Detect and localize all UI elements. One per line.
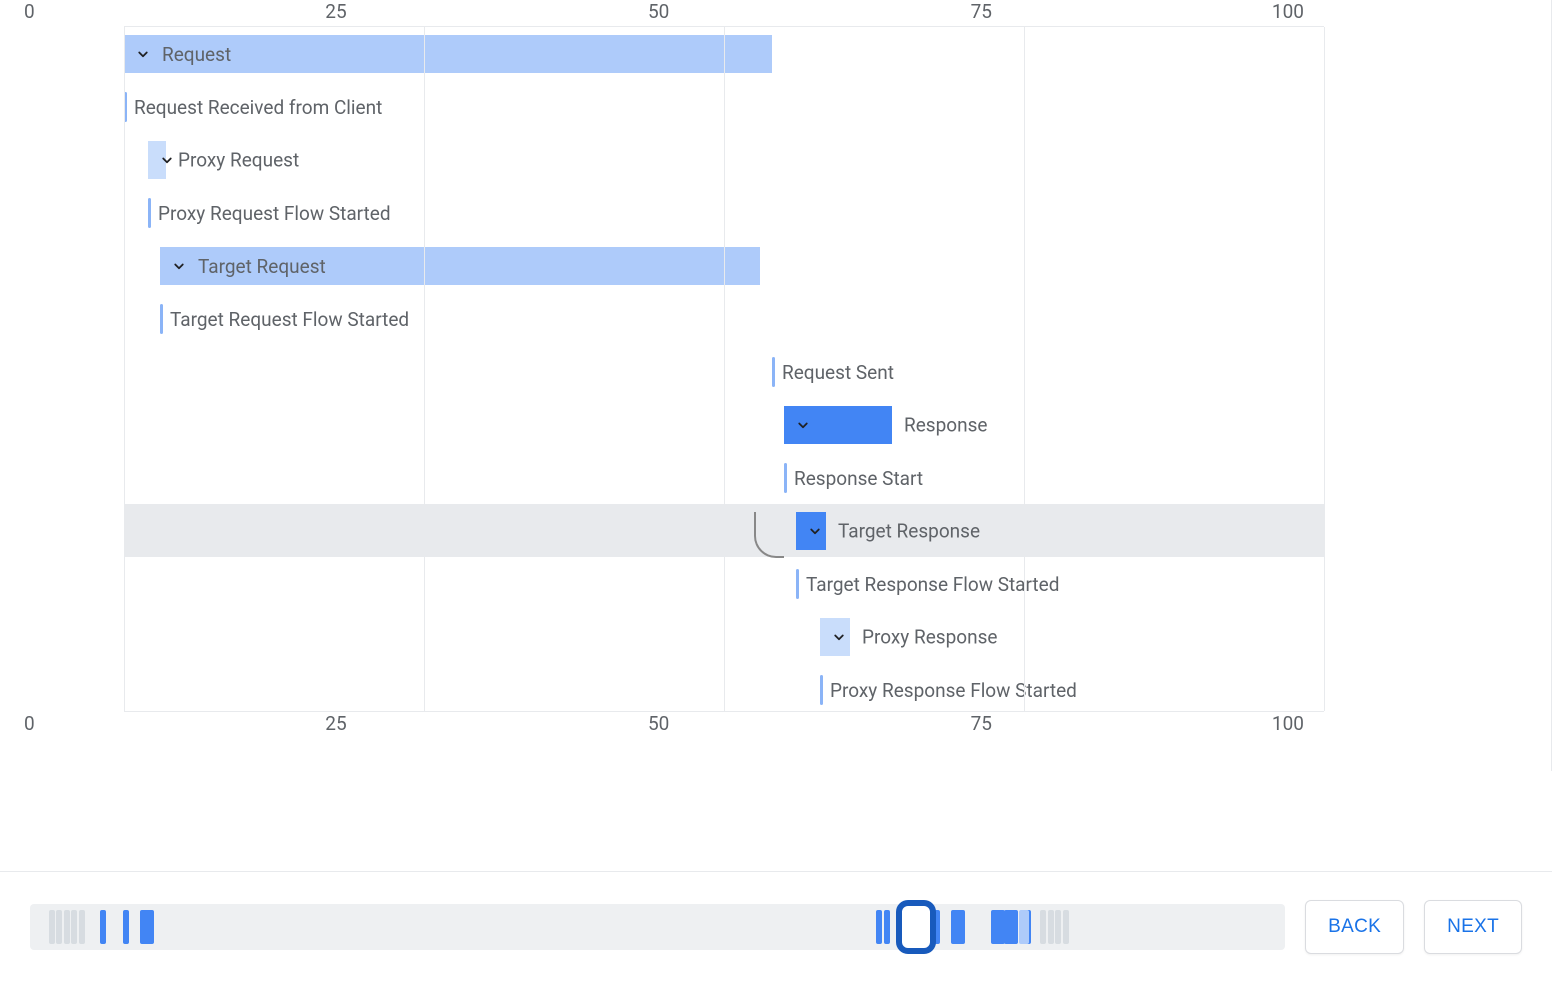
minimap-tick — [56, 910, 62, 944]
minimap-tick — [100, 910, 106, 944]
timeline-bar-label: Request — [162, 43, 231, 66]
minimap-tick — [951, 910, 965, 944]
timeline-bar-label: Proxy Request Flow Started — [158, 202, 391, 225]
timeline-bar-label: Request Sent — [782, 361, 894, 384]
chevron-down-icon[interactable] — [806, 522, 824, 540]
timeline-bar[interactable]: Target Response — [796, 512, 826, 550]
back-button[interactable]: BACK — [1305, 900, 1404, 954]
minimap-tick — [1048, 910, 1054, 944]
gridline — [424, 27, 425, 711]
minimap-tick — [1063, 910, 1069, 944]
timeline-bar[interactable]: Proxy Response Flow Started — [820, 671, 1077, 709]
gridline — [724, 27, 725, 711]
minimap-tick — [1040, 910, 1046, 944]
timeline-bar[interactable]: Target Response Flow Started — [796, 565, 1059, 603]
gridline — [124, 27, 125, 711]
axis-tick: 0 — [24, 0, 35, 28]
timeline-bar-label: Request Received from Client — [134, 96, 382, 119]
timeline-bar-label: Target Request Flow Started — [170, 308, 409, 331]
timeline-bar[interactable]: Response — [784, 406, 892, 444]
timeline-bar[interactable]: Request — [124, 35, 772, 73]
timeline-bar[interactable]: Target Request Flow Started — [160, 300, 409, 338]
timeline-bar-label: Proxy Response Flow Started — [830, 679, 1077, 702]
timeline-bar[interactable]: Target Request — [160, 247, 760, 285]
footer: BACK NEXT — [0, 871, 1552, 986]
minimap-tick — [140, 910, 154, 944]
axis-tick: 50 — [648, 712, 669, 740]
timeline-bar[interactable]: Proxy Request Flow Started — [148, 194, 391, 232]
axis-tick: 25 — [325, 712, 346, 740]
chevron-down-icon[interactable] — [134, 45, 152, 63]
axis-tick: 100 — [1272, 0, 1304, 28]
minimap-tick — [1055, 910, 1061, 944]
timeline-bar[interactable]: Request Sent — [772, 353, 894, 391]
minimap-tick — [876, 910, 882, 944]
timeline-bar[interactable]: Proxy Request — [148, 141, 166, 179]
timeline-minimap[interactable] — [30, 904, 1285, 950]
timeline-bar[interactable]: Proxy Response — [820, 618, 850, 656]
axis-top: 0 25 50 75 100 — [24, 0, 1336, 28]
gridline — [1024, 27, 1025, 711]
timeline-bar-label: Proxy Response — [862, 626, 997, 649]
axis-tick: 100 — [1272, 712, 1304, 740]
timeline-bar-label: Response Start — [794, 467, 923, 490]
minimap-tick — [71, 910, 77, 944]
timeline-plot[interactable]: Request Request Received from Client Proxy… — [124, 26, 1324, 712]
minimap-tick — [79, 910, 85, 944]
timeline-bar[interactable]: Request Received from Client — [124, 88, 382, 126]
timeline-bar-label: Response — [904, 414, 987, 437]
minimap-tick — [1004, 910, 1018, 944]
chevron-down-icon[interactable] — [170, 257, 188, 275]
minimap-tick — [1019, 910, 1029, 944]
chevron-down-icon[interactable] — [794, 416, 812, 434]
chevron-down-icon[interactable] — [158, 151, 176, 169]
timeline-chart: 0 25 50 75 100 Request Request Received f… — [24, 0, 1336, 740]
minimap-tick — [64, 910, 70, 944]
minimap-handle[interactable] — [896, 900, 936, 954]
next-button[interactable]: NEXT — [1424, 900, 1522, 954]
timeline-bar-label: Target Response — [838, 520, 980, 543]
timeline-bar[interactable]: Response Start — [784, 459, 923, 497]
timeline-bar-label: Proxy Request — [178, 149, 299, 172]
axis-tick: 50 — [648, 0, 669, 28]
timeline-bar-label: Target Response Flow Started — [806, 573, 1059, 596]
axis-tick: 75 — [971, 0, 992, 28]
chevron-down-icon[interactable] — [830, 628, 848, 646]
minimap-tick — [884, 910, 890, 944]
timeline-bar-label: Target Request — [198, 255, 326, 278]
gridline — [1324, 27, 1325, 711]
axis-tick: 25 — [325, 0, 346, 28]
axis-tick: 75 — [971, 712, 992, 740]
axis-bottom: 0 25 50 75 100 — [24, 712, 1336, 740]
axis-tick: 0 — [24, 712, 35, 740]
minimap-tick — [123, 910, 129, 944]
minimap-tick — [49, 910, 55, 944]
